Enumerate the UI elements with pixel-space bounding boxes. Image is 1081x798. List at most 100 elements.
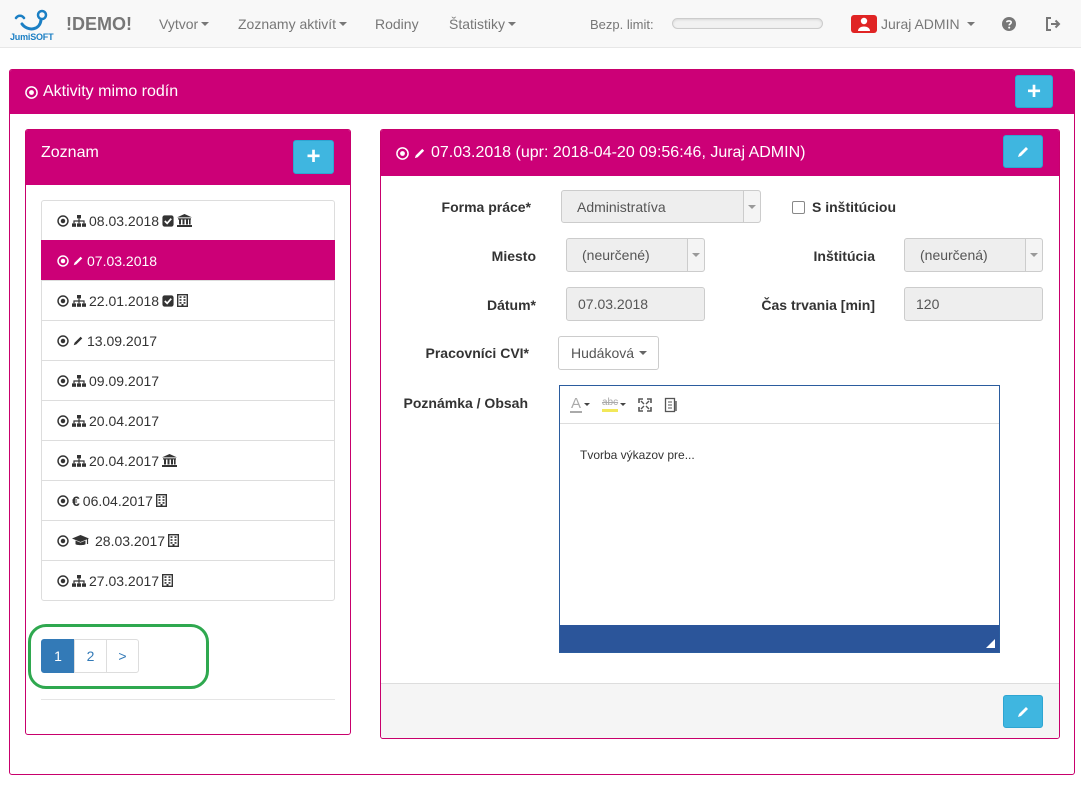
editor-toolbar: A abc [560,386,999,424]
list-item-date: 07.03.2018 [87,252,158,269]
pencil-icon [1018,706,1028,717]
s-instituciou-label: S inštitúciou [812,199,896,215]
plus-icon: + [1026,77,1041,105]
user-name: Juraj ADMIN [881,16,960,32]
cas-trvania-input[interactable]: 120 [904,287,1043,321]
list-panel-title: Zoznam [41,144,99,161]
nav-menu-statistiky[interactable]: Štatistiky [449,0,517,48]
user-menu[interactable]: Juraj ADMIN [851,0,975,48]
help-button[interactable] [1002,0,1016,48]
datum-label: Dátum* [486,297,536,313]
dot-circle-icon [57,214,69,227]
dot-circle-icon [57,494,69,507]
list-item[interactable]: 22.01.2018 [41,280,335,321]
list-item-date: 27.03.2017 [89,572,160,589]
list-item-date: 08.03.2018 [89,212,160,229]
cas-trvania-label: Čas trvania [min] [761,297,875,313]
expand-icon [638,397,652,412]
rich-text-editor: A abc Tvorba výkazov pre... [559,385,1000,653]
pracovnici-value: Hudáková [571,345,635,361]
dot-circle-icon [57,414,69,427]
source-code-button[interactable] [664,397,678,413]
sitemap-icon [72,374,86,387]
caret-down-icon [339,22,348,26]
dot-circle-icon [57,294,69,307]
document-code-icon [664,397,677,412]
list-item-date: 09.09.2017 [89,372,160,389]
activity-list: 08.03.2018 07.03.2018 22.01.2018 13.09.2017… [41,200,335,601]
list-item[interactable]: 13.09.2017 [41,320,335,361]
logout-button[interactable] [1045,0,1061,48]
list-item[interactable]: 08.03.2018 [41,200,335,241]
pracovnici-dropdown-button[interactable]: Hudáková [558,336,659,370]
edit-footer-button[interactable] [1003,695,1043,728]
list-item-date: 20.04.2017 [89,412,160,429]
list-item-date: 20.04.2017 [89,452,160,469]
nav-menu-label: Štatistiky [449,16,506,32]
detail-panel-footer [381,683,1059,738]
dot-circle-icon [57,454,69,467]
sign-out-icon [1046,17,1061,31]
limit-progress-bar [672,18,823,29]
user-icon [851,15,877,33]
select-arrow-icon [687,239,704,271]
font-color-icon: A [570,394,581,412]
editor-content[interactable]: Tvorba výkazov pre... [580,448,695,462]
check-square-icon [162,214,174,227]
dot-circle-icon [57,254,69,267]
list-item[interactable]: 07.03.2018 [41,240,335,281]
miesto-select[interactable]: (neurčené) [566,238,705,272]
s-instituciou-checkbox[interactable] [792,201,805,214]
check-square-icon [162,294,174,307]
institution-icon [177,214,193,227]
miesto-label: Miesto [491,248,536,264]
edit-header-button[interactable] [1003,135,1043,168]
caret-down-icon [620,403,627,406]
list-item[interactable]: 20.04.2017 [41,400,335,441]
nav-menu-label: Vytvor [159,16,199,32]
poznamka-label: Poznámka / Obsah [403,395,528,411]
forma-prace-value: Administratíva [577,198,666,215]
list-item[interactable]: 09.09.2017 [41,360,335,401]
highlight-button[interactable]: abc [602,397,627,412]
font-color-button[interactable]: A [570,394,590,413]
sitemap-icon [72,414,86,427]
list-item-date: 28.03.2017 [95,532,166,549]
nav-menu-vytvor[interactable]: Vytvor [159,0,210,48]
caret-down-icon [508,22,517,26]
sitemap-icon [72,214,86,227]
institucia-select[interactable]: (neurčená) [904,238,1043,272]
add-activity-button[interactable]: + [1015,75,1053,108]
datum-input[interactable]: 07.03.2018 [566,287,705,321]
institucia-value: (neurčená) [920,247,988,263]
fullscreen-button[interactable] [638,397,652,412]
miesto-value: (neurčené) [582,247,650,263]
pencil-icon [72,335,84,347]
cas-trvania-value: 120 [916,296,940,312]
caret-down-icon [584,403,590,406]
list-item[interactable]: €06.04.2017 [41,480,335,521]
forma-prace-label: Forma práce* [441,199,531,215]
nav-menu-label: Zoznamy aktivít [238,16,337,32]
list-item[interactable]: 27.03.2017 [41,560,335,601]
list-item[interactable]: 28.03.2017 [41,520,335,561]
brand-title[interactable]: !DEMO! [66,0,132,48]
nav-menu-zoznamy-aktivit[interactable]: Zoznamy aktivít [238,0,348,48]
select-arrow-icon [743,191,760,222]
list-item-date: 06.04.2017 [82,492,153,509]
detail-panel: 07.03.2018 (upr: 2018-04-20 09:56:46, Ju… [380,129,1060,739]
jumisoft-logo[interactable]: JumiSOFT [10,8,56,42]
nav-menu-label: Rodiny [375,16,419,32]
list-item[interactable]: 20.04.2017 [41,440,335,481]
nav-menu-rodiny[interactable]: Rodiny [375,0,419,48]
pencil-icon [72,255,84,267]
limit-label: Bezp. limit: [590,16,654,32]
resize-handle-icon[interactable] [986,639,995,648]
forma-prace-select[interactable]: Administratíva [561,190,761,223]
pencil-icon [1018,146,1028,157]
add-list-item-button[interactable]: + [293,140,334,174]
detail-panel-title: 07.03.2018 (upr: 2018-04-20 09:56:46, Ju… [431,144,806,161]
sitemap-icon [72,294,86,307]
institucia-label: Inštitúcia [813,248,875,264]
pracovnici-label: Pracovníci CVI* [425,345,530,361]
